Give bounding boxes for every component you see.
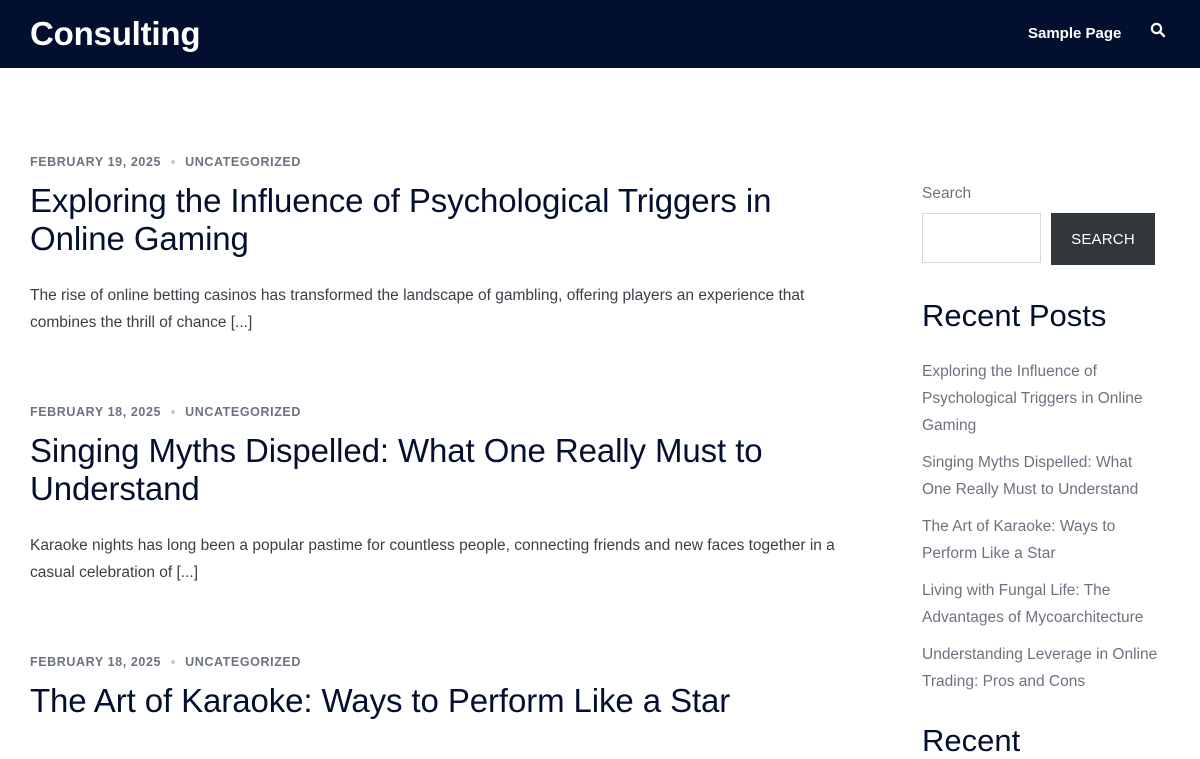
post-meta: FEBRUARY 18, 2025 UNCATEGORIZED [30,654,860,670]
post-item: FEBRUARY 19, 2025 UNCATEGORIZED Exploring… [30,154,860,336]
recent-post-link[interactable]: Singing Myths Dispelled: What One Really… [922,454,1138,498]
post-category[interactable]: UNCATEGORIZED [185,155,301,169]
search-input[interactable] [922,213,1041,263]
post-title[interactable]: Exploring the Influence of Psychological… [30,182,860,258]
list-item: Living with Fungal Life: The Advantages … [922,577,1162,631]
meta-separator [171,409,176,414]
recent-post-link[interactable]: The Art of Karaoke: Ways to Perform Like… [922,518,1115,562]
post-excerpt: Karaoke nights has long been a popular p… [30,532,860,586]
recent-post-link[interactable]: Living with Fungal Life: The Advantages … [922,582,1143,626]
list-item: Singing Myths Dispelled: What One Really… [922,449,1162,503]
post-item: FEBRUARY 18, 2025 UNCATEGORIZED The Art o… [30,654,860,720]
search-button[interactable]: SEARCH [1051,213,1155,265]
search-label: Search [922,185,972,202]
post-date[interactable]: FEBRUARY 19, 2025 [30,155,161,169]
meta-separator [171,659,176,664]
post-excerpt-text: The rise of online betting casinos has t… [30,287,805,331]
post-excerpt-text: Karaoke nights has long been a popular p… [30,537,835,581]
post-date[interactable]: FEBRUARY 18, 2025 [30,405,161,419]
post-title[interactable]: The Art of Karaoke: Ways to Perform Like… [30,682,860,720]
post-category[interactable]: UNCATEGORIZED [185,655,301,669]
post-meta: FEBRUARY 18, 2025 UNCATEGORIZED [30,404,860,420]
next-widget-title: Recent [922,723,1021,758]
recent-post-link[interactable]: Exploring the Influence of Psychological… [922,363,1143,434]
sidebar: Search SEARCH Recent Posts Exploring the… [922,68,1162,758]
recent-posts-title: Recent Posts [922,298,1107,333]
post-excerpt: The rise of online betting casinos has t… [30,282,860,336]
post-category[interactable]: UNCATEGORIZED [185,405,301,419]
read-more-link[interactable]: [...] [176,564,198,581]
recent-post-link[interactable]: Understanding Leverage in Online Trading… [922,646,1157,690]
nav-sample-page[interactable]: Sample Page [1028,25,1121,42]
meta-separator [171,159,176,164]
post-date[interactable]: FEBRUARY 18, 2025 [30,655,161,669]
post-list: FEBRUARY 19, 2025 UNCATEGORIZED Exploring… [30,68,860,740]
site-header: Consulting Sample Page [0,0,1200,68]
post-title[interactable]: Singing Myths Dispelled: What One Really… [30,432,860,508]
site-title[interactable]: Consulting [30,15,201,53]
list-item: Exploring the Influence of Psychological… [922,358,1162,439]
read-more-link[interactable]: [...] [231,314,253,331]
search-icon[interactable] [1150,22,1172,44]
list-item: The Art of Karaoke: Ways to Perform Like… [922,513,1162,567]
post-item: FEBRUARY 18, 2025 UNCATEGORIZED Singing M… [30,404,860,586]
list-item: Understanding Leverage in Online Trading… [922,641,1162,695]
post-meta: FEBRUARY 19, 2025 UNCATEGORIZED [30,154,860,170]
recent-posts-list: Exploring the Influence of Psychological… [922,358,1162,705]
